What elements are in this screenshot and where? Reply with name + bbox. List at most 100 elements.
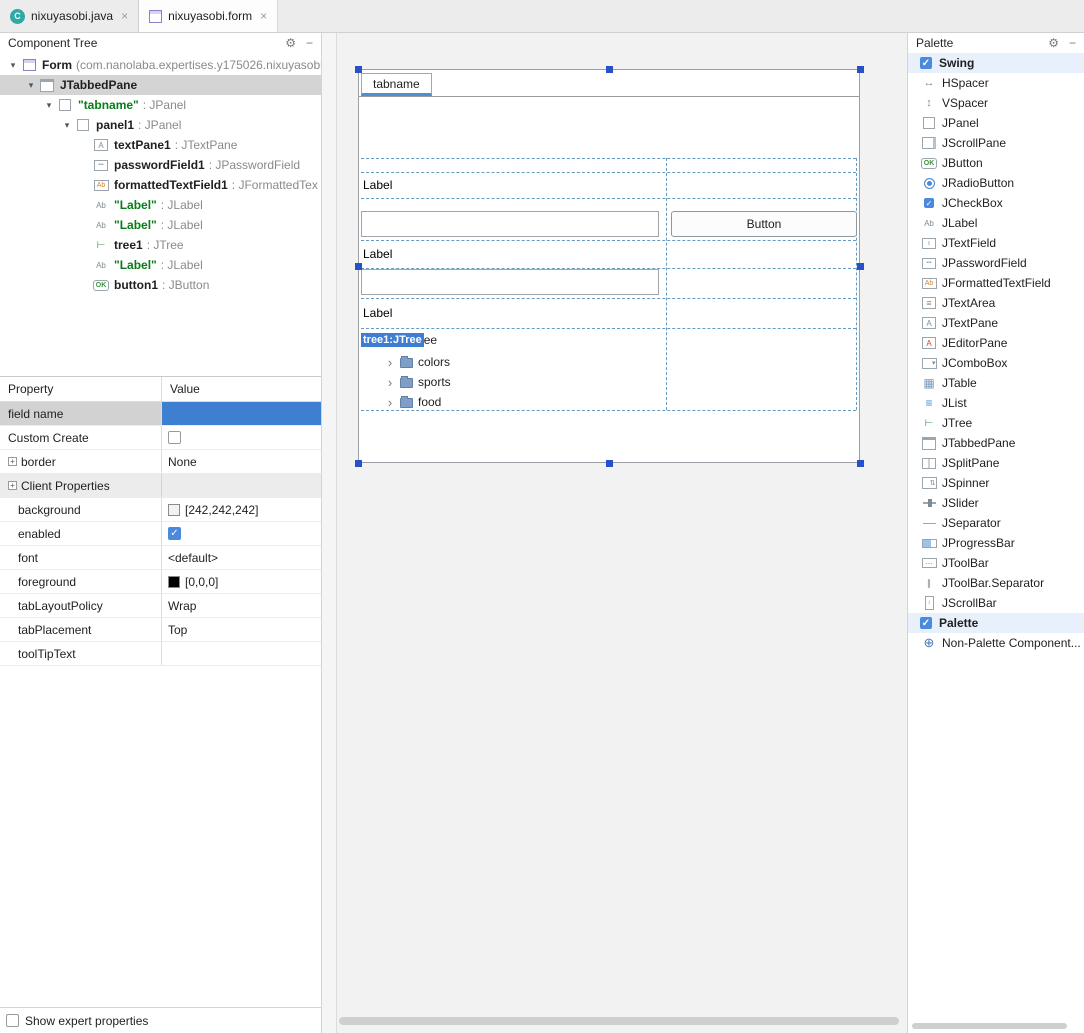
property-row-enabled[interactable]: enabled <box>0 522 321 546</box>
palette-item-jtextarea[interactable]: JTextArea <box>908 293 1084 313</box>
jtabbedpane-component[interactable]: tabname Label Button Label Label tree1:J… <box>358 69 860 463</box>
selection-handle[interactable] <box>857 460 864 467</box>
designer-textfield[interactable] <box>361 211 659 237</box>
canvas-horizontal-scrollbar[interactable] <box>339 1017 905 1027</box>
palette-item-jtabbedpane[interactable]: JTabbedPane <box>908 433 1084 453</box>
chevron-down-icon[interactable] <box>60 120 74 131</box>
scrollbar-thumb[interactable] <box>912 1023 1067 1029</box>
hide-panel-icon[interactable] <box>1069 36 1076 50</box>
selection-handle[interactable] <box>355 263 362 270</box>
chevron-right-icon[interactable] <box>385 375 395 390</box>
tree-item-jtabbedpane[interactable]: JTabbedPane <box>0 75 321 95</box>
chevron-down-icon[interactable] <box>6 60 20 71</box>
palette-item-jtoolbar-separator[interactable]: JToolBar.Separator <box>908 573 1084 593</box>
designer-label[interactable]: Label <box>363 298 392 328</box>
tree-item-tabname-panel[interactable]: "tabname" : JPanel <box>0 95 321 115</box>
selection-handle[interactable] <box>355 460 362 467</box>
palette-item-jradiobutton[interactable]: JRadioButton <box>908 173 1084 193</box>
tree-item-button1[interactable]: button1 : JButton <box>0 275 321 295</box>
palette-item-jspinner[interactable]: JSpinner <box>908 473 1084 493</box>
selection-handle[interactable] <box>857 263 864 270</box>
chevron-down-icon[interactable] <box>42 100 56 111</box>
designer-tree-root[interactable]: tree1:JTree ee <box>361 331 437 349</box>
palette-item-jpanel[interactable]: JPanel <box>908 113 1084 133</box>
palette-item-jtable[interactable]: JTable <box>908 373 1084 393</box>
property-row-field-name[interactable]: field name <box>0 402 321 426</box>
foreground-color-swatch[interactable] <box>168 575 180 588</box>
tree-item-label[interactable]: "Label" : JLabel <box>0 255 321 275</box>
property-row-tablayoutpolicy[interactable]: tabLayoutPolicy Wrap <box>0 594 321 618</box>
canvas-vertical-scrollbar[interactable] <box>322 33 337 1033</box>
close-icon[interactable] <box>260 9 267 23</box>
palette-horizontal-scrollbar[interactable] <box>912 1023 1080 1031</box>
tab-nixuyasobi-form[interactable]: nixuyasobi.form <box>138 0 279 32</box>
palette-item-jlabel[interactable]: JLabel <box>908 213 1084 233</box>
palette-item-jscrollbar[interactable]: JScrollBar <box>908 593 1084 613</box>
palette-item-vspacer[interactable]: VSpacer <box>908 93 1084 113</box>
palette-item-jeditorpane[interactable]: JEditorPane <box>908 333 1084 353</box>
property-row-client-properties[interactable]: Client Properties <box>0 474 321 498</box>
palette-group-palette[interactable]: Palette <box>908 613 1084 633</box>
palette-item-non-palette-component[interactable]: Non-Palette Component... <box>908 633 1084 653</box>
gear-icon[interactable] <box>1048 36 1059 50</box>
palette-group-checkbox[interactable] <box>920 617 932 629</box>
designer-button[interactable]: Button <box>671 211 857 237</box>
palette-item-jtextpane[interactable]: JTextPane <box>908 313 1084 333</box>
designer-tree-node-sports[interactable]: sports <box>385 372 451 392</box>
tree-item-form[interactable]: Form (com.nanolaba.expertises.y175026.ni… <box>0 55 321 75</box>
designer-tab-tabname[interactable]: tabname <box>361 73 432 96</box>
tree-item-passwordfield1[interactable]: passwordField1 : JPasswordField <box>0 155 321 175</box>
selection-handle[interactable] <box>606 460 613 467</box>
gear-icon[interactable] <box>285 36 296 50</box>
background-color-swatch[interactable] <box>168 503 180 516</box>
property-row-border[interactable]: border None <box>0 450 321 474</box>
chevron-right-icon[interactable] <box>385 395 395 410</box>
designer-label[interactable]: Label <box>363 240 392 268</box>
selection-handle[interactable] <box>857 66 864 73</box>
palette-item-hspacer[interactable]: HSpacer <box>908 73 1084 93</box>
show-expert-properties-checkbox[interactable] <box>6 1014 19 1027</box>
close-icon[interactable] <box>121 9 128 23</box>
designer-canvas[interactable]: tabname Label Button Label Label tree1:J… <box>337 33 907 1033</box>
property-row-foreground[interactable]: foreground [0,0,0] <box>0 570 321 594</box>
designer-tree-node-food[interactable]: food <box>385 392 441 412</box>
tree-item-tree1[interactable]: tree1 : JTree <box>0 235 321 255</box>
swing-group-checkbox[interactable] <box>920 57 932 69</box>
enabled-checkbox[interactable] <box>168 527 181 540</box>
palette-item-jseparator[interactable]: JSeparator <box>908 513 1084 533</box>
palette-item-jsplitpane[interactable]: JSplitPane <box>908 453 1084 473</box>
palette-item-jbutton[interactable]: JButton <box>908 153 1084 173</box>
tree-item-textpane1[interactable]: textPane1 : JTextPane <box>0 135 321 155</box>
palette-item-jscrollpane[interactable]: JScrollPane <box>908 133 1084 153</box>
scrollbar-thumb[interactable] <box>339 1017 900 1025</box>
property-row-background[interactable]: background [242,242,242] <box>0 498 321 522</box>
palette-item-jpasswordfield[interactable]: JPasswordField <box>908 253 1084 273</box>
palette-item-jcombobox[interactable]: JComboBox <box>908 353 1084 373</box>
chevron-right-icon[interactable] <box>385 355 395 370</box>
property-row-custom-create[interactable]: Custom Create <box>0 426 321 450</box>
expand-icon[interactable] <box>8 481 17 490</box>
palette-item-jlist[interactable]: JList <box>908 393 1084 413</box>
palette-item-jformattedtextfield[interactable]: JFormattedTextField <box>908 273 1084 293</box>
field-name-input[interactable] <box>162 402 321 425</box>
palette-item-jcheckbox[interactable]: JCheckBox <box>908 193 1084 213</box>
tree-item-label[interactable]: "Label" : JLabel <box>0 195 321 215</box>
palette-item-jtoolbar[interactable]: JToolBar <box>908 553 1084 573</box>
palette-item-jtree[interactable]: JTree <box>908 413 1084 433</box>
designer-label[interactable]: Label <box>363 172 392 198</box>
custom-create-checkbox[interactable] <box>168 431 181 444</box>
property-row-tabplacement[interactable]: tabPlacement Top <box>0 618 321 642</box>
tree-item-formattedtextfield1[interactable]: formattedTextField1 : JFormattedTex <box>0 175 321 195</box>
palette-item-jtextfield[interactable]: JTextField <box>908 233 1084 253</box>
tree-item-panel1[interactable]: panel1 : JPanel <box>0 115 321 135</box>
selection-handle[interactable] <box>606 66 613 73</box>
property-row-tooltiptext[interactable]: toolTipText <box>0 642 321 666</box>
tree-item-label[interactable]: "Label" : JLabel <box>0 215 321 235</box>
selection-handle[interactable] <box>355 66 362 73</box>
hide-panel-icon[interactable] <box>306 36 313 50</box>
palette-item-jprogressbar[interactable]: JProgressBar <box>908 533 1084 553</box>
palette-item-jslider[interactable]: JSlider <box>908 493 1084 513</box>
expand-icon[interactable] <box>8 457 17 466</box>
palette-group-swing[interactable]: Swing <box>908 53 1084 73</box>
tab-nixuyasobi-java[interactable]: nixuyasobi.java <box>0 0 140 32</box>
